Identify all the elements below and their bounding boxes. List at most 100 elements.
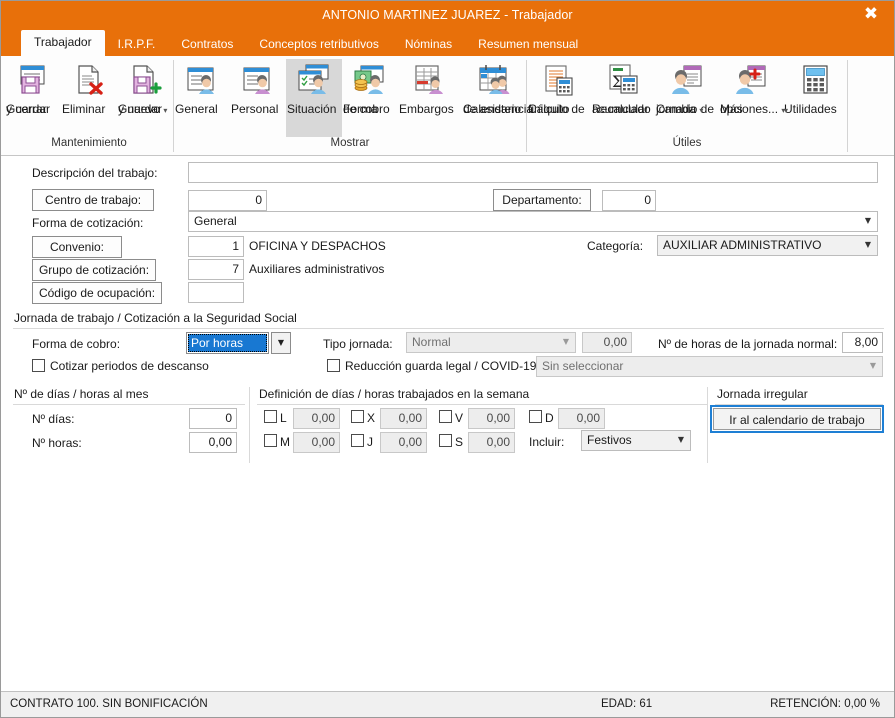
incluir-label: Incluir:: [529, 435, 565, 449]
n-dias-input[interactable]: 0: [189, 408, 237, 429]
ribbon-item-label: Eliminar: [62, 102, 106, 116]
dia-s-checkbox[interactable]: [439, 434, 452, 447]
dia-d-label: D: [545, 411, 554, 425]
ribbon-group-label: Útiles: [672, 137, 702, 149]
dia-d-checkbox[interactable]: [529, 410, 542, 423]
guardar-y-nuevo-button[interactable]: Guardar y nuevo ▾: [117, 59, 173, 137]
dia-l-input: 0,00: [293, 408, 340, 429]
dia-j-label: J: [367, 435, 373, 449]
ribbon-item-label: Personal: [231, 102, 279, 116]
personal-button[interactable]: Personal: [230, 59, 286, 137]
dia-m-label: M: [280, 435, 290, 449]
tipo-jornada-label: Tipo jornada:: [323, 337, 393, 351]
ribbon-toolbar: Guardar y cerrar Eliminar Guardar y nuev…: [1, 56, 894, 156]
chevron-down-icon[interactable]: ▼: [859, 236, 877, 255]
calculo-de-finiquito-button[interactable]: Cálculo de finiquito: [527, 59, 591, 137]
dia-v-checkbox[interactable]: [439, 410, 452, 423]
centro-trabajo-button[interactable]: Centro de trabajo:: [32, 189, 154, 211]
guardar-y-cerrar-button[interactable]: Guardar y cerrar: [5, 59, 61, 137]
mas-opciones-icon: [720, 61, 782, 99]
forma-de-cobro-button[interactable]: Forma de cobro: [342, 59, 398, 137]
convenio-button[interactable]: Convenio:: [32, 236, 122, 258]
categoria-label: Categoría:: [587, 239, 644, 253]
reduccion-guarda-legal-value: Sin seleccionar: [542, 359, 624, 373]
categoria-select[interactable]: AUXILIAR ADMINISTRATIVO ▼: [657, 235, 878, 256]
dia-d-input: 0,00: [558, 408, 605, 429]
status-bar: CONTRATO 100. SIN BONIFICACIÓN EDAD: 61 …: [1, 691, 894, 717]
trabajador-window: ANTONIO MARTINEZ JUAREZ - Trabajador ✖ T…: [0, 0, 895, 718]
grupo-cotizacion-code-input[interactable]: 7: [188, 259, 244, 280]
departamento-button[interactable]: Departamento:: [493, 189, 591, 211]
general-button[interactable]: General: [174, 59, 230, 137]
ribbon-item-sublabel: de asistencia: [463, 102, 534, 116]
situacion-button[interactable]: Situación: [286, 59, 342, 137]
status-retencion: RETENCIÓN: 0,00 %: [770, 698, 880, 710]
chevron-down-icon[interactable]: ▼: [271, 332, 291, 354]
tab-trabajador[interactable]: Trabajador: [21, 30, 105, 56]
save-and-close-icon: [6, 61, 60, 99]
title-bar: ANTONIO MARTINEZ JUAREZ - Trabajador ✖: [1, 1, 894, 30]
centro-trabajo-input[interactable]: 0: [188, 190, 267, 211]
close-icon[interactable]: ✖: [852, 1, 890, 30]
convenio-description: OFICINA Y DESPACHOS: [249, 239, 386, 253]
forma-cotizacion-label: Forma de cotización:: [32, 216, 144, 230]
dia-l-label: L: [280, 411, 287, 425]
ribbon-item-sublabel: finiquito: [528, 102, 570, 116]
mas-opciones-button[interactable]: Más opciones... ▾: [719, 59, 786, 137]
window-title: ANTONIO MARTINEZ JUAREZ - Trabajador: [322, 8, 573, 22]
reduccion-guarda-legal-checkbox[interactable]: [327, 359, 340, 372]
chevron-down-icon[interactable]: ▼: [557, 333, 575, 352]
ribbon-item-sublabel: ▾: [784, 101, 788, 119]
horas-jornada-normal-input[interactable]: 8,00: [842, 332, 883, 353]
cotizar-periodos-descanso-checkbox[interactable]: [32, 359, 45, 372]
dia-x-checkbox[interactable]: [351, 410, 364, 423]
ribbon-item-sublabel: opciones... ▾: [720, 102, 786, 116]
recalcular-acumulado-button[interactable]: Σ Recalcular acumulado: [591, 59, 655, 137]
tab-nominas[interactable]: Nóminas: [392, 33, 465, 56]
codigo-ocupacion-input[interactable]: [188, 282, 244, 303]
convenio-code-input[interactable]: 1: [188, 236, 244, 257]
ribbon-group-label: Mostrar: [330, 137, 370, 149]
dia-l-checkbox[interactable]: [264, 410, 277, 423]
tab-resumen-mensual[interactable]: Resumen mensual: [465, 33, 591, 56]
dia-m-checkbox[interactable]: [264, 434, 277, 447]
incluir-select[interactable]: Festivos ▼: [581, 430, 691, 451]
dia-j-checkbox[interactable]: [351, 434, 364, 447]
eliminar-button[interactable]: Eliminar: [61, 59, 117, 137]
chevron-down-icon[interactable]: ▼: [672, 431, 690, 450]
chevron-down-icon[interactable]: ▼: [864, 357, 882, 376]
forma-cobro-select[interactable]: Por horas ▼: [186, 332, 291, 354]
n-dias-label: Nº días:: [32, 412, 75, 426]
departamento-input[interactable]: 0: [602, 190, 656, 211]
chevron-down-icon[interactable]: ▼: [859, 212, 877, 231]
chevron-down-icon[interactable]: ▾: [784, 106, 788, 115]
chevron-down-icon[interactable]: ▾: [699, 106, 703, 115]
tipo-jornada-select[interactable]: Normal ▼: [406, 332, 576, 353]
dia-m-input: 0,00: [293, 432, 340, 453]
grupo-cotizacion-button[interactable]: Grupo de cotización:: [32, 259, 156, 281]
reduccion-guarda-legal-select[interactable]: Sin seleccionar ▼: [536, 356, 883, 377]
embargos-icon: [399, 61, 461, 99]
general-icon: [175, 61, 229, 99]
dia-v-label: V: [455, 411, 464, 425]
tab-contratos[interactable]: Contratos: [168, 33, 246, 56]
codigo-ocupacion-button[interactable]: Código de ocupación:: [32, 282, 162, 304]
descripcion-trabajo-input[interactable]: [188, 162, 878, 183]
forma-de-cobro-icon: [343, 61, 397, 99]
embargos-button[interactable]: Embargos: [398, 59, 462, 137]
n-horas-input[interactable]: 0,00: [189, 432, 237, 453]
tab-irpf[interactable]: I.R.P.F.: [105, 33, 169, 56]
cambio-de-jornada-button[interactable]: Cambio de jornada ▾: [655, 59, 719, 137]
dias-mes-section-title: Nº de días / horas al mes: [14, 387, 149, 401]
chevron-down-icon[interactable]: ▾: [163, 106, 167, 115]
ir-al-calendario-de-trabajo-button[interactable]: Ir al calendario de trabajo: [713, 408, 881, 430]
forma-cotizacion-select[interactable]: General ▼: [188, 211, 878, 232]
utilidades-button[interactable]: Utilidades ▾: [783, 59, 847, 137]
ribbon-item-sublabel: acumulado: [592, 102, 651, 116]
ribbon-item-label: Utilidades: [784, 102, 837, 116]
tab-conceptos-retributivos[interactable]: Conceptos retributivos: [246, 33, 391, 56]
ribbon-group-mantenimiento: Guardar y cerrar Eliminar Guardar y nuev…: [5, 56, 173, 155]
forma-cobro-edit[interactable]: Por horas: [186, 332, 269, 354]
calendario-de-asistencia-button[interactable]: Calendario de asistencia: [462, 59, 533, 137]
tab-bar: Trabajador I.R.P.F. Contratos Conceptos …: [1, 30, 894, 56]
